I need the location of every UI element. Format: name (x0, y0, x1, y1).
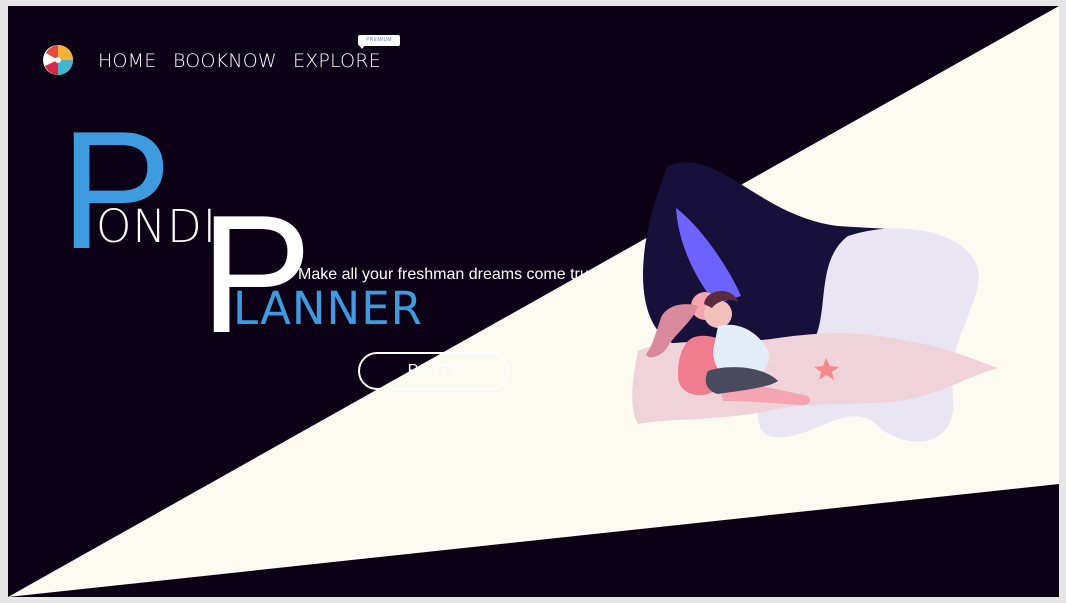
nav-booknow[interactable]: BOOKNOW (173, 50, 277, 72)
premium-badge-tail (359, 45, 365, 49)
title-word-ondi: ONDI (96, 200, 218, 253)
nav-explore[interactable]: EXPLORE (293, 50, 381, 72)
page-frame: HOME BOOKNOW EXPLORE PREMIUM P ONDI P LA… (8, 6, 1059, 597)
beach-ball-icon[interactable] (42, 44, 74, 76)
beach-couple-illustration (632, 162, 998, 442)
nav-home[interactable]: HOME (98, 50, 156, 72)
title-word-lanner: LANNER (233, 282, 423, 335)
party-button[interactable]: PARTY (358, 352, 509, 390)
hero-tagline: Make all your freshman dreams come true. (298, 266, 603, 283)
